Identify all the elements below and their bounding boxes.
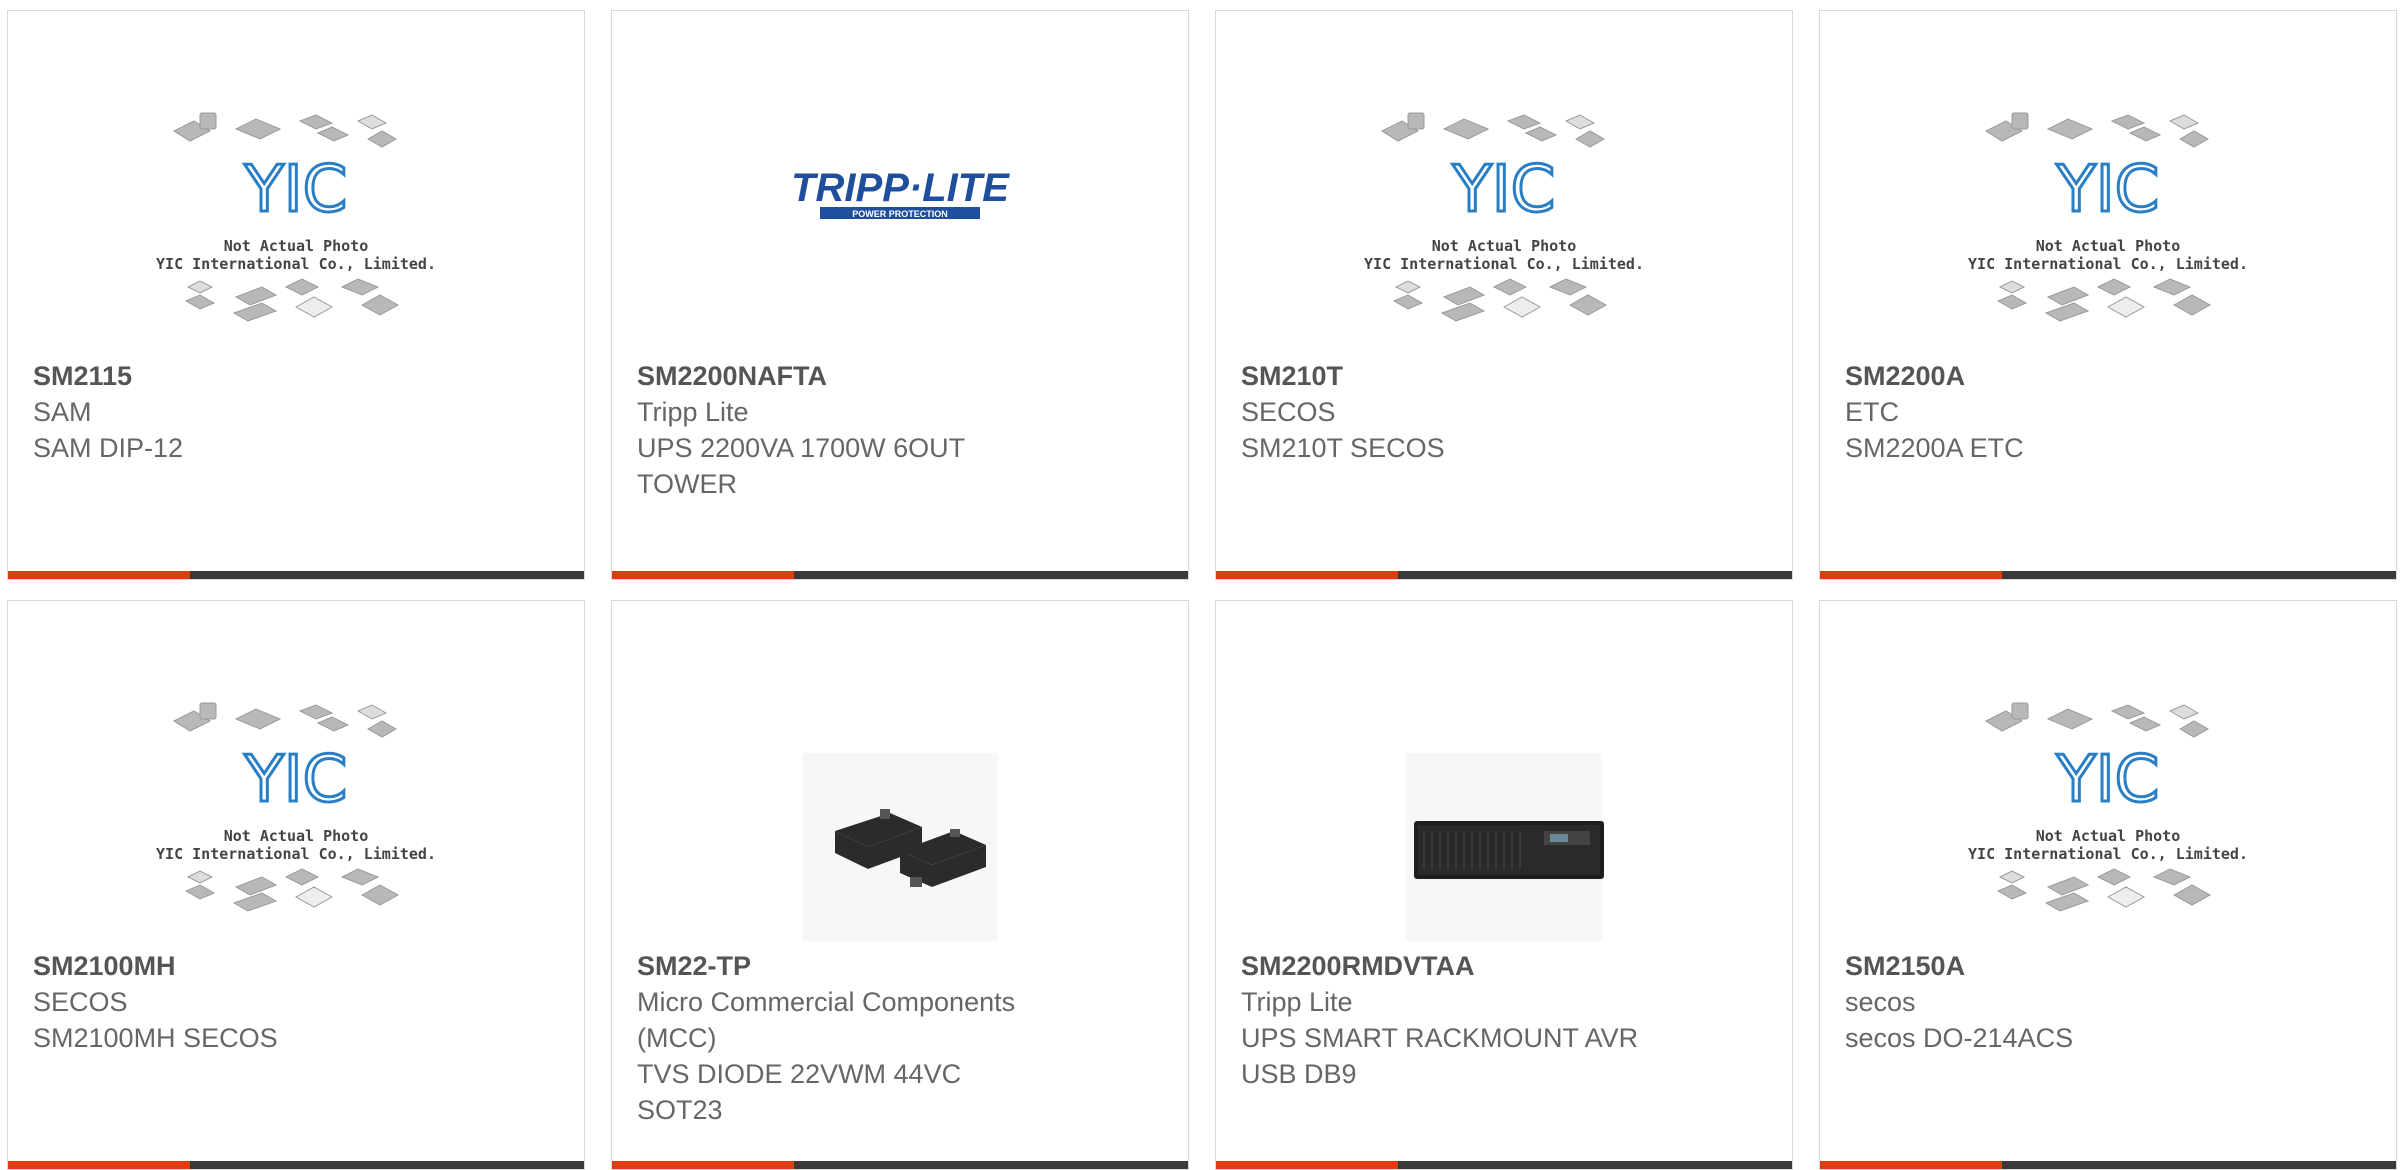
part-number[interactable]: SM2200RMDVTAA [1241,948,1701,984]
placeholder-caption-2: YIC International Co., Limited. [1364,255,1644,273]
card-bottom-bar [1820,571,2396,579]
card-bottom-bar [1216,1161,1792,1169]
product-image-placeholder[interactable]: YIC Not Actual Photo YIC International C… [1948,91,2268,351]
manufacturer: secos [1845,987,1916,1017]
product-card[interactable]: YIC Not Actual Photo YIC International C… [1215,10,1793,580]
card-accent-bar [1820,1161,2002,1169]
product-info: SM2200RMDVTAA Tripp Lite UPS SMART RACKM… [1241,948,1701,1092]
placeholder-caption-2: YIC International Co., Limited. [1968,255,2248,273]
product-info: SM2115 SAM SAM DIP-12 [33,358,493,466]
manufacturer: SECOS [1241,397,1336,427]
tripplite-logo-tagline: POWER PROTECTION [852,209,948,219]
placeholder-chip-graphic: YIC Not Actual Photo YIC International C… [156,112,436,322]
product-card[interactable]: YIC Not Actual Photo YIC International C… [7,10,585,580]
yic-logo: YIC [2056,153,2160,227]
placeholder-caption-2: YIC International Co., Limited. [156,845,436,863]
manufacturer: SAM [33,397,92,427]
product-card[interactable]: TRIPP·LITE POWER PROTECTION SM2200NAFTA … [611,10,1189,580]
card-bottom-bar [1820,1161,2396,1169]
yic-logo: YIC [244,743,348,817]
description-line: SM210T SECOS [1241,433,1445,463]
product-image-tripplite[interactable]: TRIPP·LITE POWER PROTECTION [740,91,1060,351]
product-card[interactable]: YIC Not Actual Photo YIC International C… [7,600,585,1170]
description-line: (MCC) [637,1023,717,1053]
product-image-placeholder[interactable]: YIC Not Actual Photo YIC International C… [136,681,456,941]
yic-logo: YIC [244,153,348,227]
placeholder-caption-1: Not Actual Photo [1432,237,1577,255]
card-bottom-bar [612,571,1188,579]
tripplite-logo-icon: TRIPP·LITE POWER PROTECTION [791,161,1010,223]
placeholder-caption-2: YIC International Co., Limited. [1968,845,2248,863]
product-card[interactable]: SM22-TP Micro Commercial Components (MCC… [611,600,1189,1170]
product-card[interactable]: YIC Not Actual Photo YIC International C… [1819,600,2397,1170]
placeholder-chip-graphic: YIC Not Actual Photo YIC International C… [1968,112,2248,322]
product-info: SM2150A secos secos DO-214ACS [1845,948,2305,1056]
description-line: SM2100MH SECOS [33,1023,278,1053]
product-info: SM2200A ETC SM2200A ETC [1845,358,2305,466]
description-line: TVS DIODE 22VWM 44VC [637,1059,962,1089]
part-number[interactable]: SM210T [1241,358,1701,394]
card-bottom-bar [1216,571,1792,579]
manufacturer: Tripp Lite [637,397,749,427]
manufacturer: Micro Commercial Components [637,987,1016,1017]
placeholder-chip-graphic: YIC Not Actual Photo YIC International C… [1968,702,2248,912]
product-info: SM2100MH SECOS SM2100MH SECOS [33,948,493,1056]
product-image-placeholder[interactable]: YIC Not Actual Photo YIC International C… [1948,681,2268,941]
description-line: SOT23 [637,1095,723,1125]
placeholder-chip-graphic: YIC Not Actual Photo YIC International C… [156,702,436,912]
product-grid: YIC Not Actual Photo YIC International C… [0,0,2400,1170]
manufacturer: ETC [1845,397,1899,427]
description-line: UPS SMART RACKMOUNT AVR [1241,1023,1639,1053]
product-image-sot23[interactable] [740,681,1060,941]
product-info: SM2200NAFTA Tripp Lite UPS 2200VA 1700W … [637,358,1097,502]
card-bottom-bar [8,571,584,579]
product-image-placeholder[interactable]: YIC Not Actual Photo YIC International C… [136,91,456,351]
placeholder-caption-1: Not Actual Photo [2036,237,2181,255]
product-info: SM22-TP Micro Commercial Components (MCC… [637,948,1097,1128]
product-info: SM210T SECOS SM210T SECOS [1241,358,1701,466]
card-bottom-bar [8,1161,584,1169]
placeholder-caption-1: Not Actual Photo [224,237,369,255]
card-bottom-bar [612,1161,1188,1169]
product-card[interactable]: SM2200RMDVTAA Tripp Lite UPS SMART RACKM… [1215,600,1793,1170]
product-image-placeholder[interactable]: YIC Not Actual Photo YIC International C… [1344,91,1664,351]
description-line: UPS 2200VA 1700W 6OUT [637,433,966,463]
description-line: TOWER [637,469,737,499]
placeholder-chip-graphic: YIC Not Actual Photo YIC International C… [1364,112,1644,322]
card-accent-bar [612,1161,794,1169]
rackmount-ups-icon [1406,753,1604,941]
part-number[interactable]: SM22-TP [637,948,1097,984]
part-number[interactable]: SM2200A [1845,358,2305,394]
card-accent-bar [1216,1161,1398,1169]
description-line: SM2200A ETC [1845,433,2024,463]
card-accent-bar [612,571,794,579]
placeholder-caption-2: YIC International Co., Limited. [156,255,436,273]
part-number[interactable]: SM2150A [1845,948,2305,984]
description-line: SAM DIP-12 [33,433,184,463]
part-number[interactable]: SM2115 [33,358,493,394]
product-card[interactable]: YIC Not Actual Photo YIC International C… [1819,10,2397,580]
manufacturer: SECOS [33,987,128,1017]
manufacturer: Tripp Lite [1241,987,1353,1017]
description-line: secos DO-214ACS [1845,1023,2074,1053]
sot23-package-icon [802,753,998,941]
card-accent-bar [8,1161,190,1169]
yic-logo: YIC [2056,743,2160,817]
yic-logo: YIC [1452,153,1556,227]
description-line: USB DB9 [1241,1059,1357,1089]
card-accent-bar [1820,571,2002,579]
product-image-rackmount[interactable] [1344,681,1664,941]
placeholder-caption-1: Not Actual Photo [2036,827,2181,845]
part-number[interactable]: SM2100MH [33,948,493,984]
card-accent-bar [1216,571,1398,579]
placeholder-caption-1: Not Actual Photo [224,827,369,845]
card-accent-bar [8,571,190,579]
tripplite-logo-name: TRIPP·LITE [791,166,1010,210]
part-number[interactable]: SM2200NAFTA [637,358,1097,394]
